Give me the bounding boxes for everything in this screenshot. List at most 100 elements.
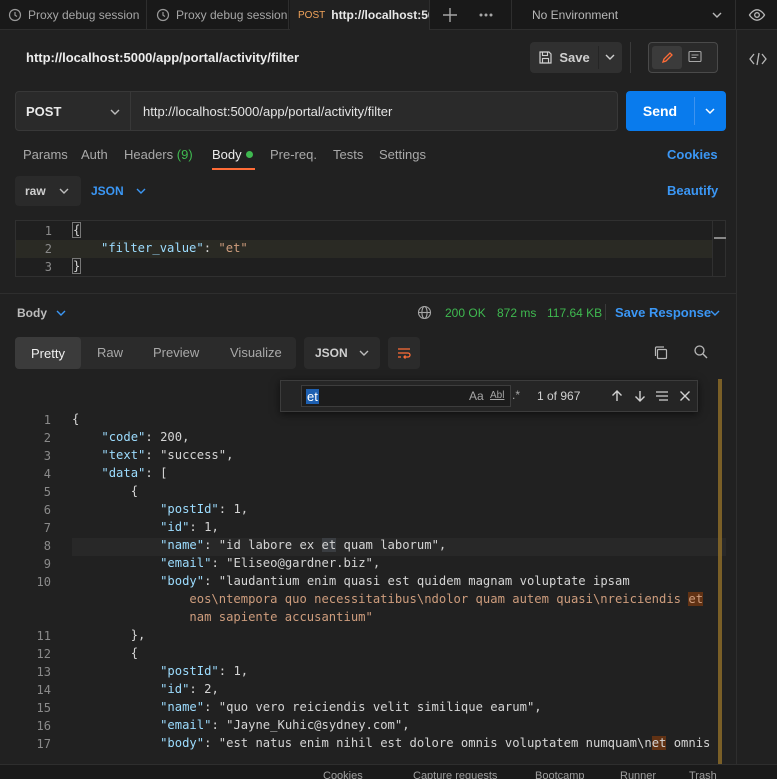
divider <box>630 42 631 73</box>
status-cookies[interactable]: Cookies <box>323 770 363 779</box>
code-snippet-icon[interactable] <box>748 50 768 68</box>
tab-tests[interactable]: Tests <box>333 147 363 162</box>
save-label: Save <box>559 50 590 65</box>
status-trash[interactable]: Trash <box>689 770 717 779</box>
tab-auth[interactable]: Auth <box>81 147 108 162</box>
close-brace: } <box>71 258 82 274</box>
tab-headers[interactable]: Headers (9) <box>124 147 193 162</box>
status-runner[interactable]: Runner <box>620 770 656 779</box>
new-tab-plus-icon[interactable] <box>440 5 460 25</box>
arrow-up-icon[interactable] <box>609 388 625 404</box>
tab-prerequest[interactable]: Pre-req. <box>270 147 317 162</box>
comments-icon[interactable] <box>687 49 703 65</box>
view-tab-visualize[interactable]: Visualize <box>230 345 282 360</box>
chevron-down-icon <box>710 8 724 22</box>
tab-method: POST <box>298 9 326 21</box>
divider <box>605 304 606 320</box>
search-match: et <box>688 592 704 606</box>
chevron-down-icon[interactable] <box>54 306 68 320</box>
bootcamp-label: Bootcamp <box>535 770 585 779</box>
view-tab-preview[interactable]: Preview <box>153 345 199 360</box>
clock-icon <box>8 8 22 22</box>
close-icon[interactable] <box>677 388 693 404</box>
wrap-lines-button[interactable] <box>388 337 420 369</box>
view-tab-pretty[interactable]: Pretty <box>15 337 81 369</box>
code-line: "email": "Jayne_Kuhic@sydney.com", <box>160 718 410 732</box>
save-response-button[interactable]: Save Response <box>615 305 711 320</box>
json-colon: : <box>203 241 219 255</box>
send-options-chevron-icon[interactable] <box>703 104 717 118</box>
request-tab-active[interactable]: POST http://localhost:5000 <box>290 0 430 30</box>
save-icon <box>538 50 553 65</box>
environment-selector[interactable]: No Environment <box>511 0 736 30</box>
status-capture-requests[interactable]: Capture requests <box>413 770 497 779</box>
request-tab[interactable]: Proxy debug session <box>148 0 289 30</box>
code-line: }, <box>72 628 146 642</box>
status-bootcamp[interactable]: Bootcamp <box>535 770 585 779</box>
more-tabs-icon[interactable] <box>476 5 496 25</box>
match-count: 1 of 967 <box>537 389 581 403</box>
search-icon[interactable] <box>693 344 709 360</box>
environment-label: No Environment <box>532 8 619 22</box>
scrollbar[interactable] <box>715 379 725 764</box>
line-number: 3 <box>43 449 51 463</box>
view-tab-raw[interactable]: Raw <box>97 345 123 360</box>
tab-label: http://localhost:5000 <box>331 8 429 22</box>
globe-icon[interactable] <box>417 305 432 320</box>
response-size[interactable]: 117.64 KB <box>547 306 602 320</box>
line-number: 2 <box>44 242 52 256</box>
sidebar-divider <box>736 30 737 764</box>
beautify-button[interactable]: Beautify <box>667 183 718 198</box>
code-line: "name": "id labore ex et quam laborum", <box>160 538 447 552</box>
tab-settings[interactable]: Settings <box>379 147 426 162</box>
headers-count: (9) <box>176 147 193 162</box>
request-body-editor[interactable]: 1 2 3 { "filter_value": "et" } <box>15 220 726 277</box>
method-select[interactable]: POST <box>15 91 131 131</box>
line-number: 12 <box>36 647 51 661</box>
json-key: "filter_value" <box>101 241 204 255</box>
find-input[interactable]: et Aa Abl .* <box>301 385 520 407</box>
send-button[interactable]: Send <box>626 91 694 131</box>
find-query: et <box>306 389 319 404</box>
url-input[interactable]: http://localhost:5000/app/portal/activit… <box>130 91 618 131</box>
edit-mode-button[interactable] <box>652 46 682 69</box>
request-title[interactable]: http://localhost:5000/app/portal/activit… <box>26 50 299 65</box>
request-tab[interactable]: Proxy debug session <box>0 0 147 30</box>
capture-label: Capture requests <box>413 770 498 779</box>
copy-icon[interactable] <box>653 345 669 361</box>
response-time[interactable]: 872 ms <box>497 306 536 320</box>
body-json-line: "filter_value": "et" <box>101 241 248 255</box>
eye-icon[interactable] <box>748 6 766 24</box>
chevron-down-icon <box>57 184 71 198</box>
open-brace: { <box>71 222 82 238</box>
line-number: 7 <box>43 521 51 535</box>
response-body-viewer[interactable]: 1 {2 "code": 200, 3 "text": "success", 4 "d… <box>15 379 726 764</box>
scrollbar[interactable] <box>712 221 726 276</box>
arrow-down-icon[interactable] <box>632 388 648 404</box>
body-format-select[interactable]: JSON <box>91 176 161 206</box>
match-case-toggle[interactable]: Aa <box>469 389 484 403</box>
tab-label: Proxy debug session <box>28 8 140 22</box>
whole-word-toggle[interactable]: Abl <box>490 390 504 401</box>
code-line: "id": 2, <box>160 682 219 696</box>
response-view-tabs: Pretty Raw Preview Visualize <box>15 337 296 369</box>
response-body-label[interactable]: Body <box>17 306 47 320</box>
save-button[interactable]: Save <box>530 42 598 73</box>
code-line: "name": "quo vero reiciendis velit simil… <box>160 700 542 714</box>
response-format-select[interactable]: JSON <box>304 337 380 369</box>
cookies-link[interactable]: Cookies <box>667 147 718 162</box>
status-code[interactable]: 200 OK <box>445 306 486 320</box>
tab-body[interactable]: Body <box>212 147 242 162</box>
line-number: 13 <box>36 665 51 679</box>
regex-toggle[interactable]: .* <box>512 388 520 402</box>
search-match: et <box>651 736 667 750</box>
code-line: { <box>72 484 139 498</box>
runner-label: Runner <box>620 770 657 779</box>
find-in-selection-icon[interactable] <box>654 388 670 404</box>
chevron-down-icon[interactable] <box>708 306 722 320</box>
line-number: 15 <box>36 701 51 715</box>
save-options-chevron-icon[interactable] <box>603 50 617 64</box>
clock-icon <box>156 8 170 22</box>
body-mode-select[interactable]: raw <box>15 176 81 206</box>
tab-params[interactable]: Params <box>23 147 68 162</box>
